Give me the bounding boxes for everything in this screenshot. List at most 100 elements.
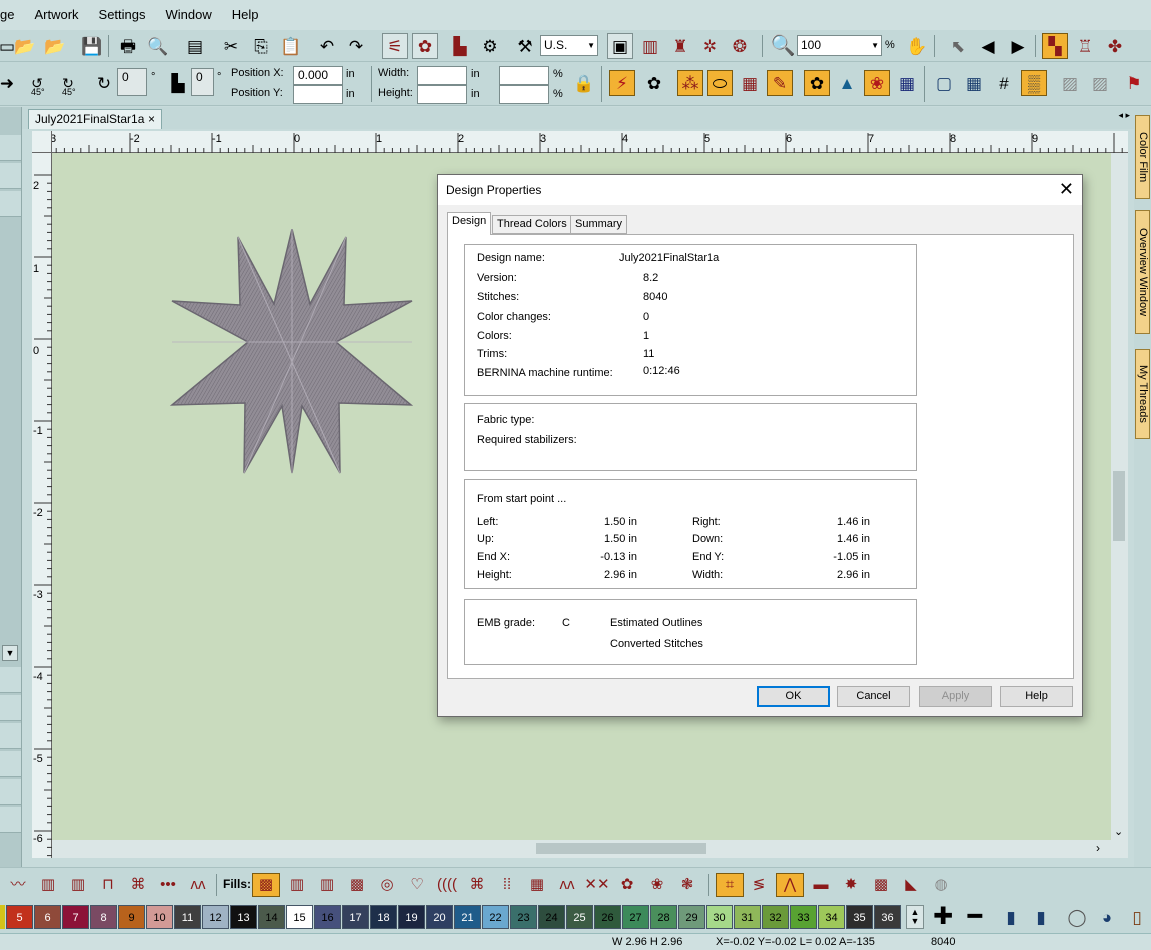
color-swatch[interactable]: 31 <box>734 905 761 929</box>
color-swatch[interactable]: 36 <box>874 905 901 929</box>
menu-item-window[interactable]: Window <box>156 0 222 30</box>
circles-icon[interactable]: ❀ <box>864 70 890 96</box>
fill-stitch-2-icon[interactable]: ▥ <box>284 873 310 897</box>
outline-stitch-6-icon[interactable]: ▩ <box>868 873 894 897</box>
tab-scroll-arrows[interactable]: ◂ ▸ <box>1118 110 1130 121</box>
panel-slot[interactable] <box>0 807 21 833</box>
panel-slot[interactable] <box>0 751 21 777</box>
fill-stitch-15-icon[interactable]: ❃ <box>674 873 700 897</box>
horizontal-scrollbar[interactable]: › <box>52 840 1128 858</box>
add-color-icon[interactable]: ✚ <box>930 904 956 930</box>
thread-chart-icon[interactable]: ▮ <box>998 904 1024 930</box>
color-swatch[interactable]: 16 <box>314 905 341 929</box>
palette-scroll-icon[interactable]: ▲ ▼ <box>906 905 924 929</box>
stitch-player-icon[interactable]: ⚟ <box>382 33 408 59</box>
paste-icon[interactable]: 📋 <box>278 33 304 59</box>
color-swatch[interactable]: 7 <box>62 905 89 929</box>
outline-stitch-4-icon[interactable]: ▬ <box>808 873 834 897</box>
outline-stitch-2-icon[interactable]: ≶ <box>746 873 772 897</box>
magic-wand-icon[interactable]: ✤ <box>1102 33 1128 59</box>
bead-stitch-icon[interactable]: ••• <box>154 873 182 897</box>
slant-icon[interactable]: ▙ <box>165 70 191 96</box>
satin-run-icon[interactable]: ▥ <box>34 873 62 897</box>
grid-icon[interactable]: ▦ <box>961 70 987 96</box>
show-fabric-icon[interactable]: ▥ <box>637 33 663 59</box>
color-swatch[interactable]: 10 <box>146 905 173 929</box>
flower-tool-icon[interactable]: ✿ <box>804 70 830 96</box>
color-swatch[interactable]: 32 <box>762 905 789 929</box>
import-artwork-icon[interactable]: ✿ <box>412 33 438 59</box>
blanket-stitch-icon[interactable]: ▥ <box>64 873 92 897</box>
fill-stitch-14-icon[interactable]: ❀ <box>644 873 670 897</box>
arrow-icon[interactable]: ➜ <box>0 70 20 96</box>
chevron-right-icon[interactable]: › <box>1096 841 1100 855</box>
width-field[interactable] <box>417 66 467 85</box>
pan-hand-icon[interactable]: ✋ <box>904 33 930 59</box>
open-recent-icon[interactable]: 📂 <box>42 33 68 59</box>
help-button[interactable]: Help <box>1000 686 1073 707</box>
color-swatch[interactable]: 26 <box>594 905 621 929</box>
color-swatch[interactable]: 35 <box>846 905 873 929</box>
fill-pattern-icon[interactable]: ▦ <box>737 70 763 96</box>
document-tab[interactable]: July2021FinalStar1a × <box>28 109 162 129</box>
color-sequence-icon[interactable]: ▚ <box>1042 33 1068 59</box>
outline-stitch-3-icon[interactable]: ⋀ <box>776 873 804 897</box>
pattern-icon[interactable]: ❂ <box>727 33 753 59</box>
color-wheel-icon[interactable]: ◕ <box>1094 904 1120 930</box>
height-percent-field[interactable] <box>499 85 549 104</box>
dock-tab-color-film[interactable]: Color Film <box>1135 115 1150 199</box>
chevron-down-icon[interactable]: ▼ <box>2 645 18 661</box>
flower-outline-icon[interactable]: ✿ <box>641 70 667 96</box>
motif-run-icon[interactable]: ⁂ <box>677 70 703 96</box>
menu-item-image[interactable]: ge <box>0 0 24 30</box>
pen-tool-icon[interactable]: ✎ <box>767 70 793 96</box>
grid-fill-icon[interactable]: ▦ <box>894 70 920 96</box>
fill-stitch-9-icon[interactable]: ⁞⁞ <box>494 873 520 897</box>
color-swatch[interactable]: 6 <box>34 905 61 929</box>
undo-icon[interactable]: ↶ <box>314 33 340 59</box>
tab-thread-colors[interactable]: Thread Colors <box>492 215 572 234</box>
motif-stitch-icon[interactable]: ᴧᴧ <box>184 873 212 897</box>
heart-fill-icon[interactable]: ♡ <box>404 873 430 897</box>
scrollbar-thumb[interactable] <box>536 843 706 854</box>
outline-stitch-7-icon[interactable]: ◣ <box>898 873 924 897</box>
zoom-combo[interactable]: 100 ▼ <box>797 35 882 56</box>
single-run-icon[interactable]: 〰 <box>4 873 32 897</box>
stamp-icon[interactable]: ♜ <box>667 33 693 59</box>
cut-icon[interactable]: ✂ <box>218 33 244 59</box>
fill-stitch-8-icon[interactable]: ⌘ <box>464 873 490 897</box>
dock-tab-overview-window[interactable]: Overview Window <box>1135 210 1150 334</box>
width-percent-field[interactable] <box>499 66 549 85</box>
redo-icon[interactable]: ↷ <box>343 33 369 59</box>
triple-run-icon[interactable]: ⌘ <box>124 873 152 897</box>
color-swatch[interactable]: 11 <box>174 905 201 929</box>
color-swatch[interactable]: 25 <box>566 905 593 929</box>
shapes-icon[interactable]: ▲ <box>834 70 860 96</box>
lock-proportions-icon[interactable]: 🔒 <box>571 70 597 96</box>
color-swatch[interactable]: 19 <box>398 905 425 929</box>
color-swatch[interactable]: 17 <box>342 905 369 929</box>
outline-stitch-1-icon[interactable]: ⌗ <box>716 873 744 897</box>
apply-button[interactable]: Apply <box>919 686 992 707</box>
menu-item-artwork[interactable]: Artwork <box>24 0 88 30</box>
save-icon[interactable]: 💾 <box>79 33 105 59</box>
tab-design[interactable]: Design <box>447 212 492 235</box>
dock-tab-my-threads[interactable]: My Threads <box>1135 349 1150 439</box>
send-to-machine-icon[interactable]: ▤ <box>182 33 208 59</box>
previous-object-icon[interactable]: ◀ <box>975 33 1001 59</box>
rotate-angle-field[interactable]: 0 <box>117 68 147 96</box>
hoop-settings-icon[interactable]: ⚙ <box>477 33 503 59</box>
fill-stitch-7-icon[interactable]: (((( <box>434 873 460 897</box>
fill-stitch-10-icon[interactable]: ▦ <box>524 873 550 897</box>
fill-stitch-11-icon[interactable]: ᴧᴧ <box>554 873 580 897</box>
color-swatch[interactable]: 13 <box>230 905 257 929</box>
color-swatch[interactable]: 23 <box>510 905 537 929</box>
ring-icon[interactable]: ◯ <box>1064 904 1090 930</box>
panel-slot[interactable] <box>0 163 21 189</box>
star-embroidery-design[interactable] <box>164 229 424 489</box>
measurement-combo[interactable]: U.S. ▼ <box>540 35 598 56</box>
color-swatch[interactable]: 20 <box>426 905 453 929</box>
vertical-scrollbar[interactable]: ⌄ <box>1111 153 1128 843</box>
outline-stitch-5-icon[interactable]: ✸ <box>838 873 864 897</box>
panel-slot[interactable] <box>0 135 21 161</box>
